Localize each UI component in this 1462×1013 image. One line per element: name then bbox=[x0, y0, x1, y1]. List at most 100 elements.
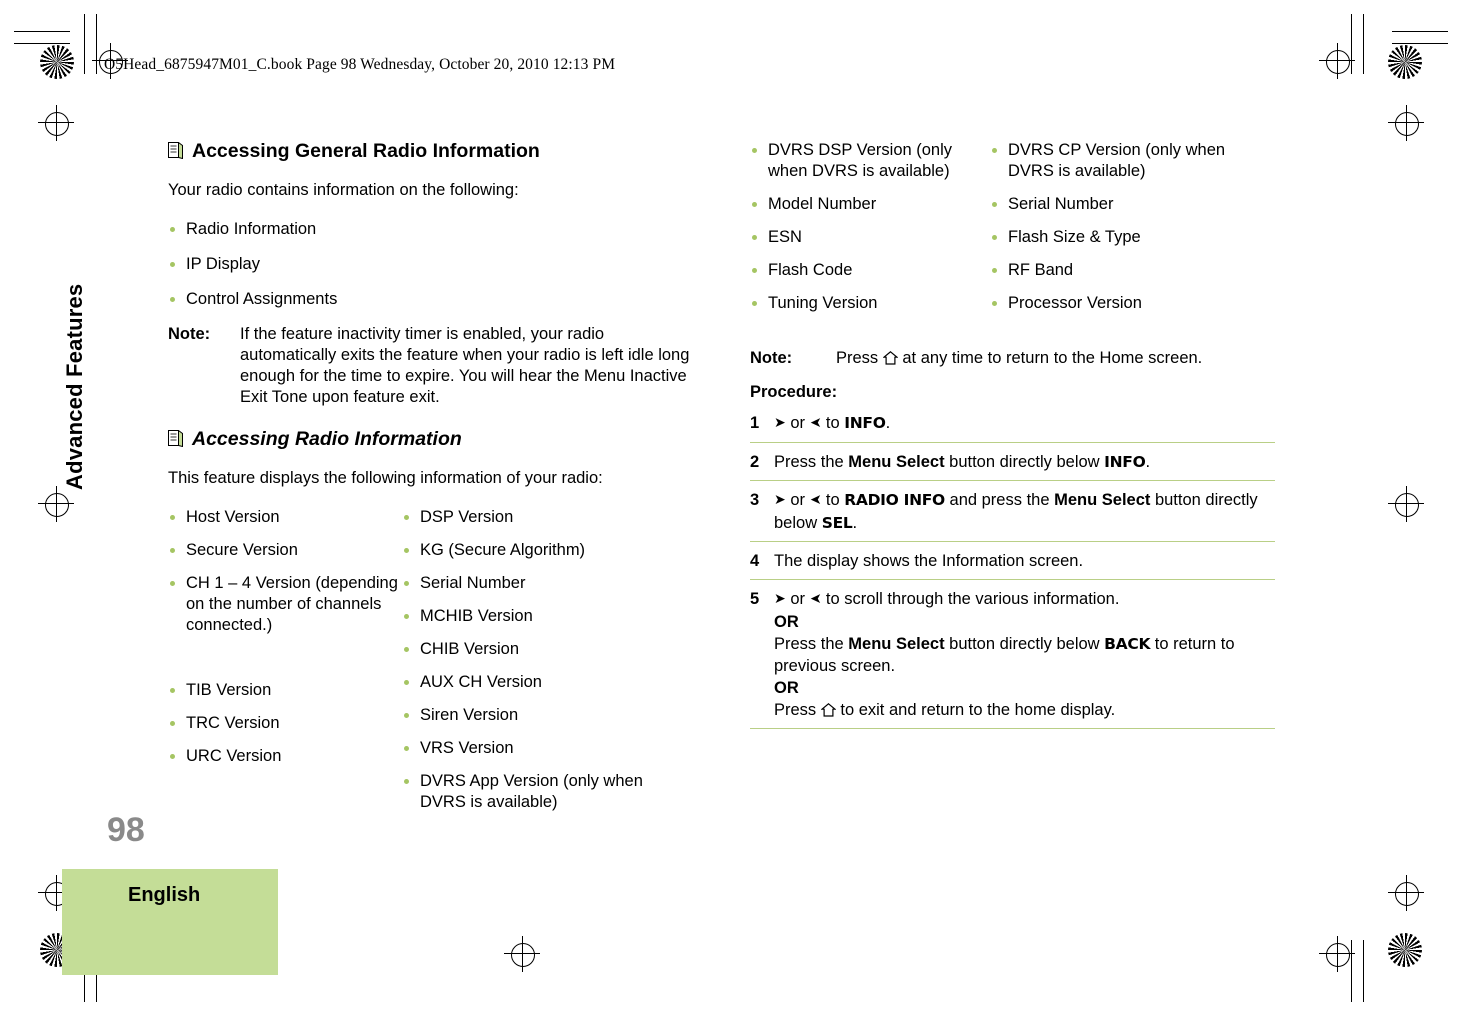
home-icon bbox=[820, 701, 837, 717]
list-item: TRC Version bbox=[168, 713, 402, 734]
list-item: CHIB Version bbox=[402, 639, 692, 660]
procedure-step-5: 5 ➤ or ➤ to scroll through the various i… bbox=[750, 588, 1275, 729]
step-text: Press the Menu Select button directly be… bbox=[774, 453, 1151, 471]
right-arrow-icon: ➤ bbox=[774, 591, 786, 607]
registration-starburst-bottom-right bbox=[1388, 933, 1422, 967]
list-item: ESN bbox=[750, 227, 990, 248]
section1-intro: Your radio contains information on the f… bbox=[168, 181, 519, 199]
registration-starburst-top-left bbox=[40, 45, 74, 79]
list-item: KG (Secure Algorithm) bbox=[402, 540, 692, 561]
registration-starburst-top-right bbox=[1388, 45, 1422, 79]
version-two-column-list: Host Version Secure Version CH 1 – 4 Ver… bbox=[168, 507, 698, 825]
procedure-step-1: 1 ➤ or ➤ to INFO. bbox=[750, 412, 1275, 443]
list-item: RF Band bbox=[990, 260, 1270, 281]
version-list-column-a: Host Version Secure Version CH 1 – 4 Ver… bbox=[168, 507, 402, 825]
list-item: AUX CH Version bbox=[402, 672, 692, 693]
registration-mark-top-right bbox=[1326, 50, 1350, 74]
or-label: OR bbox=[774, 613, 799, 631]
registration-crosshair bbox=[56, 105, 57, 141]
registration-mark-right-mid bbox=[1395, 112, 1419, 136]
registration-mark-left-mid bbox=[45, 112, 69, 136]
note-label: Note: bbox=[750, 349, 793, 367]
menu-select-emphasis: Menu Select bbox=[848, 635, 945, 653]
note-text-pre: Press bbox=[836, 349, 879, 367]
home-icon bbox=[882, 350, 899, 365]
or-label: OR bbox=[774, 679, 799, 697]
registration-mark-right-center bbox=[1395, 493, 1419, 517]
list-item: DVRS CP Version (only when DVRS is avail… bbox=[990, 140, 1270, 182]
list-item: Radio Information bbox=[168, 219, 698, 240]
list-item: DSP Version bbox=[402, 507, 692, 528]
book-icon bbox=[168, 429, 183, 448]
page-number: 98 bbox=[107, 811, 145, 849]
list-item: DVRS DSP Version (only when DVRS is avai… bbox=[750, 140, 990, 182]
registration-crosshair bbox=[1406, 486, 1407, 522]
step-text: ➤ or ➤ to scroll through the various inf… bbox=[774, 590, 1235, 719]
list-item: URC Version bbox=[168, 746, 402, 767]
list-item: DVRS App Version (only when DVRS is avai… bbox=[402, 771, 692, 813]
section1-bullet-list: Radio Information IP Display Control Ass… bbox=[168, 219, 698, 310]
right-arrow-icon: ➤ bbox=[774, 415, 786, 431]
lcd-label-sel: SEL bbox=[821, 514, 853, 532]
right-column: DVRS DSP Version (only when DVRS is avai… bbox=[750, 140, 1275, 737]
section-title: Accessing Radio Information bbox=[192, 428, 462, 450]
step-number: 2 bbox=[750, 453, 760, 471]
crop-mark bbox=[1363, 940, 1364, 1002]
note-text: If the feature inactivity timer is enabl… bbox=[240, 325, 690, 406]
section-title: Accessing General Radio Information bbox=[192, 140, 540, 162]
crop-mark bbox=[1392, 43, 1448, 44]
info-list-a: DVRS DSP Version (only when DVRS is avai… bbox=[750, 140, 990, 326]
list-item: Control Assignments bbox=[168, 289, 698, 310]
lcd-label-radio-info: RADIO INFO bbox=[844, 491, 945, 509]
crop-mark bbox=[14, 31, 70, 32]
step-number: 3 bbox=[750, 491, 760, 509]
list-item: Flash Size & Type bbox=[990, 227, 1270, 248]
procedure-step-4: 4 The display shows the Information scre… bbox=[750, 550, 1275, 580]
registration-crosshair bbox=[1406, 875, 1407, 911]
crop-mark bbox=[1351, 940, 1352, 1002]
menu-select-emphasis: Menu Select bbox=[1054, 491, 1151, 509]
list-item: Secure Version bbox=[168, 540, 402, 561]
list-item: Serial Number bbox=[402, 573, 692, 594]
info-list-b: DVRS CP Version (only when DVRS is avail… bbox=[990, 140, 1270, 326]
registration-crosshair bbox=[56, 486, 57, 522]
crop-mark bbox=[84, 14, 85, 74]
menu-select-emphasis: Menu Select bbox=[848, 453, 945, 471]
registration-crosshair bbox=[1337, 43, 1338, 79]
list-item: Model Number bbox=[750, 194, 990, 215]
book-header-line: O5Head_6875947M01_C.book Page 98 Wednesd… bbox=[104, 56, 616, 73]
registration-crosshair bbox=[522, 936, 523, 972]
step-number: 5 bbox=[750, 590, 760, 608]
list-item: IP Display bbox=[168, 254, 698, 275]
registration-crosshair bbox=[1337, 936, 1338, 972]
version-list-column-b: DSP Version KG (Secure Algorithm) Serial… bbox=[402, 507, 692, 825]
language-label: English bbox=[128, 884, 201, 906]
procedure-step-3: 3 ➤ or ➤ to RADIO INFO and press the Men… bbox=[750, 489, 1275, 542]
list-item: Tuning Version bbox=[750, 293, 990, 314]
crop-mark bbox=[96, 14, 97, 74]
bullet-list: DVRS DSP Version (only when DVRS is avai… bbox=[750, 140, 990, 314]
left-arrow-icon: ➤ bbox=[809, 415, 822, 431]
note-text: Press at any time to return to the Home … bbox=[836, 348, 1202, 369]
right-note: Note: Press at any time to return to the… bbox=[750, 348, 1275, 369]
procedure-label: Procedure: bbox=[750, 383, 838, 401]
registration-crosshair bbox=[1406, 105, 1407, 141]
left-arrow-icon: ➤ bbox=[809, 492, 822, 508]
chapter-side-tab: Advanced Features bbox=[62, 283, 87, 490]
step-text: ➤ or ➤ to RADIO INFO and press the Menu … bbox=[774, 491, 1258, 532]
list-item: VRS Version bbox=[402, 738, 692, 759]
registration-mark-right-lower bbox=[1395, 882, 1419, 906]
registration-crosshair bbox=[56, 875, 57, 911]
right-arrow-icon: ➤ bbox=[774, 492, 786, 508]
step-number: 4 bbox=[750, 552, 760, 570]
section2-intro: This feature displays the following info… bbox=[168, 469, 603, 487]
registration-mark-bottom-right bbox=[1326, 943, 1350, 967]
list-item: TIB Version bbox=[168, 680, 402, 701]
bullet-list: Host Version Secure Version CH 1 – 4 Ver… bbox=[168, 507, 402, 767]
left-arrow-icon: ➤ bbox=[809, 591, 822, 607]
list-item: Siren Version bbox=[402, 705, 692, 726]
section-heading-general-radio-info: Accessing General Radio Information bbox=[168, 140, 698, 162]
note-label: Note: bbox=[168, 325, 211, 343]
lcd-label-info: INFO bbox=[1104, 453, 1146, 471]
list-item: Serial Number bbox=[990, 194, 1270, 215]
